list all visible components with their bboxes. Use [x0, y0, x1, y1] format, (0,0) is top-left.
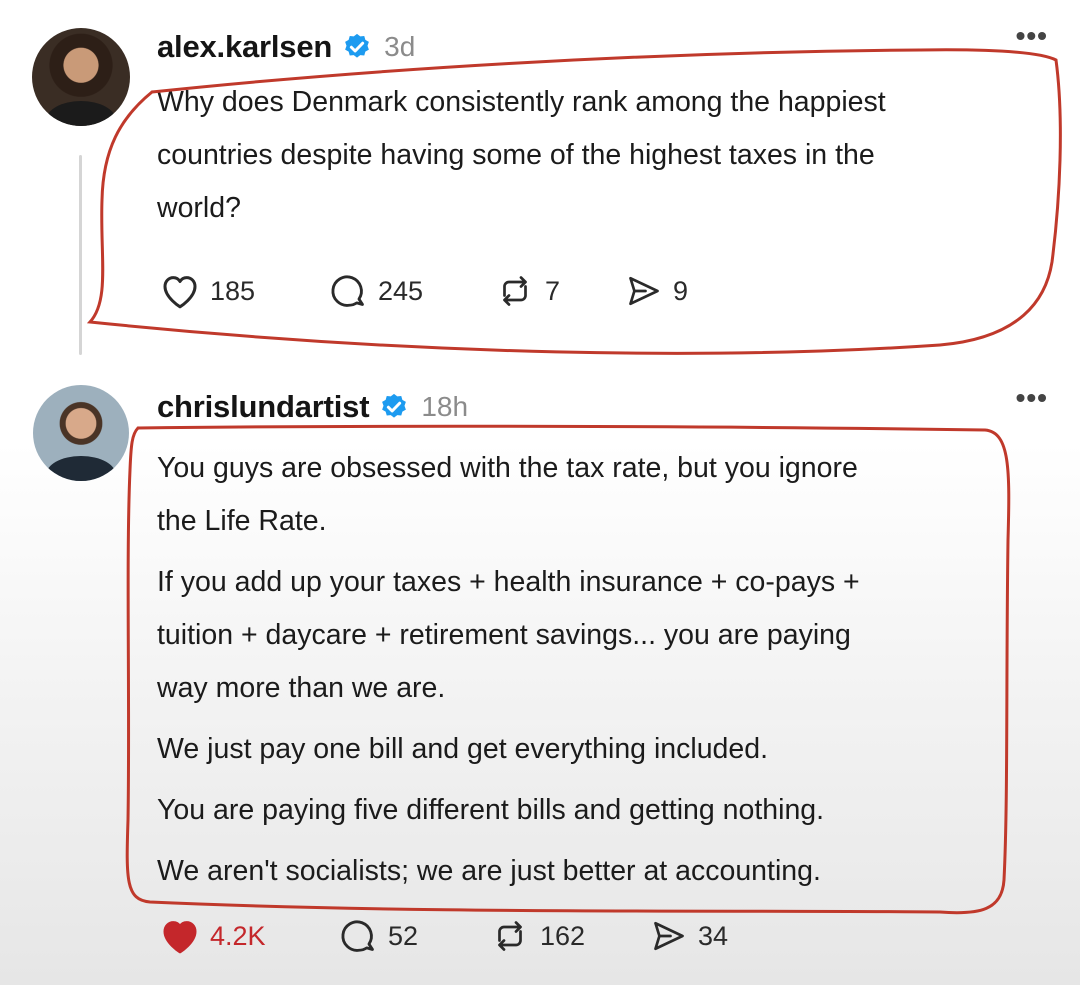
- reply-count: 245: [378, 275, 424, 306]
- share-button[interactable]: 9: [625, 273, 688, 309]
- heart-icon: [163, 276, 197, 309]
- repost-icon: [503, 276, 527, 306]
- share-count: 34: [698, 920, 729, 951]
- like-button[interactable]: 185: [160, 272, 330, 310]
- text-line: We just pay one bill and get everything …: [157, 733, 769, 765]
- avatar[interactable]: [32, 28, 130, 126]
- repost-button[interactable]: 7: [495, 273, 625, 309]
- text-line: tuition + daycare + retirement savings..…: [157, 619, 851, 651]
- share-count: 9: [673, 275, 689, 306]
- repost-count: 162: [540, 920, 586, 951]
- verified-icon: [382, 393, 407, 418]
- text-line: Why does Denmark consistently rank among…: [157, 86, 886, 118]
- text-line: If you add up your taxes + health insura…: [157, 566, 860, 598]
- heart-icon: [163, 921, 197, 954]
- action-bar: 185 245 7 9: [160, 272, 688, 310]
- more-icon[interactable]: •••: [1016, 382, 1048, 414]
- timestamp: 3d: [384, 31, 416, 62]
- reply-button[interactable]: 245: [330, 272, 495, 310]
- post-header: chrislundartist 18h: [157, 385, 468, 429]
- repost-icon: [498, 921, 522, 951]
- timestamp: 18h: [421, 391, 469, 422]
- post-alex-karlsen: alex.karlsen 3d ••• Why does Denmark con…: [0, 0, 1080, 370]
- like-button[interactable]: 4.2K: [160, 917, 340, 955]
- text-line: We aren't socialists; we are just better…: [157, 855, 821, 887]
- action-bar: 4.2K 52 162 34: [160, 917, 728, 955]
- thread-line: [79, 155, 82, 355]
- text-line: You guys are obsessed with the tax rate,…: [157, 452, 858, 484]
- post-text: You guys are obsessed with the tax rate,…: [157, 442, 860, 898]
- username[interactable]: alex.karlsen: [157, 29, 332, 65]
- reply-icon: [341, 920, 374, 952]
- like-count: 4.2K: [210, 920, 266, 951]
- reply-count: 52: [388, 920, 419, 951]
- text-line: way more than we are.: [157, 672, 446, 704]
- post-text: Why does Denmark consistently rank among…: [157, 76, 886, 235]
- text-line: countries despite having some of the hig…: [157, 139, 875, 171]
- text-line: world?: [157, 192, 241, 224]
- reply-button[interactable]: 52: [340, 917, 490, 955]
- text-line: You are paying five different bills and …: [157, 794, 825, 826]
- more-icon[interactable]: •••: [1016, 20, 1048, 52]
- share-icon: [629, 276, 659, 306]
- like-count: 185: [210, 275, 256, 306]
- repost-button[interactable]: 162: [490, 918, 650, 954]
- username[interactable]: chrislundartist: [157, 389, 370, 425]
- text-line: the Life Rate.: [157, 505, 327, 537]
- avatar[interactable]: [33, 385, 129, 481]
- share-icon: [654, 921, 684, 951]
- verified-icon: [345, 33, 369, 58]
- share-button[interactable]: 34: [650, 918, 728, 954]
- reply-icon: [331, 275, 364, 307]
- post-header: alex.karlsen 3d: [157, 27, 415, 67]
- repost-count: 7: [545, 275, 561, 306]
